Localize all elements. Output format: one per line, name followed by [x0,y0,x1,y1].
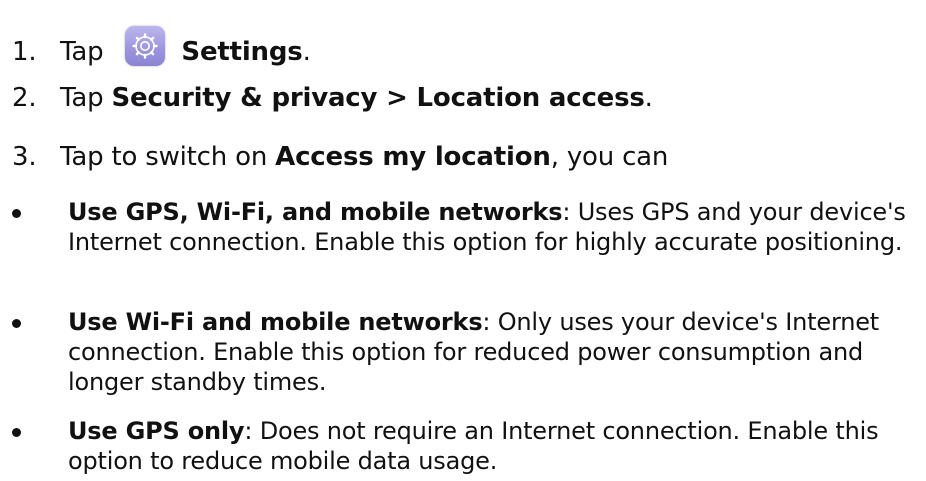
bullet-icon [12,319,21,328]
step-number: 2. [12,83,37,113]
settings-label: Settings [181,37,303,67]
option-title: Use GPS, Wi-Fi, and mobile networks [68,198,563,226]
instructions-document: 1. Tap Settings. 2. Tap Security & priva… [0,0,926,481]
step-number: 3. [12,142,37,172]
step-2: 2. Tap Security & privacy > Location acce… [12,83,653,113]
bullet-icon [12,428,21,437]
menu-path: Security & privacy > Location access [111,83,645,113]
step-3: 3. Tap to switch on Access my location, y… [12,142,668,172]
step-suffix: . [644,83,653,113]
settings-gear-icon [125,26,166,66]
option-text: Use GPS, Wi-Fi, and mobile networks: Use… [68,197,926,257]
step-text: Tap [60,37,104,67]
option-text: Use GPS only: Does not require an Intern… [68,416,926,476]
bullet-icon [12,209,21,218]
option-title: Use Wi-Fi and mobile networks [68,308,483,336]
option-text: Use Wi-Fi and mobile networks: Only uses… [68,307,926,397]
access-my-location-label: Access my location [275,142,551,172]
step-suffix: , you can [550,142,669,172]
step-text: Tap to switch on [60,142,276,172]
step-number: 1. [12,37,37,67]
step-1: 1. Tap Settings. [12,26,311,67]
option-title: Use GPS only [68,417,245,445]
step-suffix: . [302,37,311,67]
step-text: Tap [60,83,112,113]
